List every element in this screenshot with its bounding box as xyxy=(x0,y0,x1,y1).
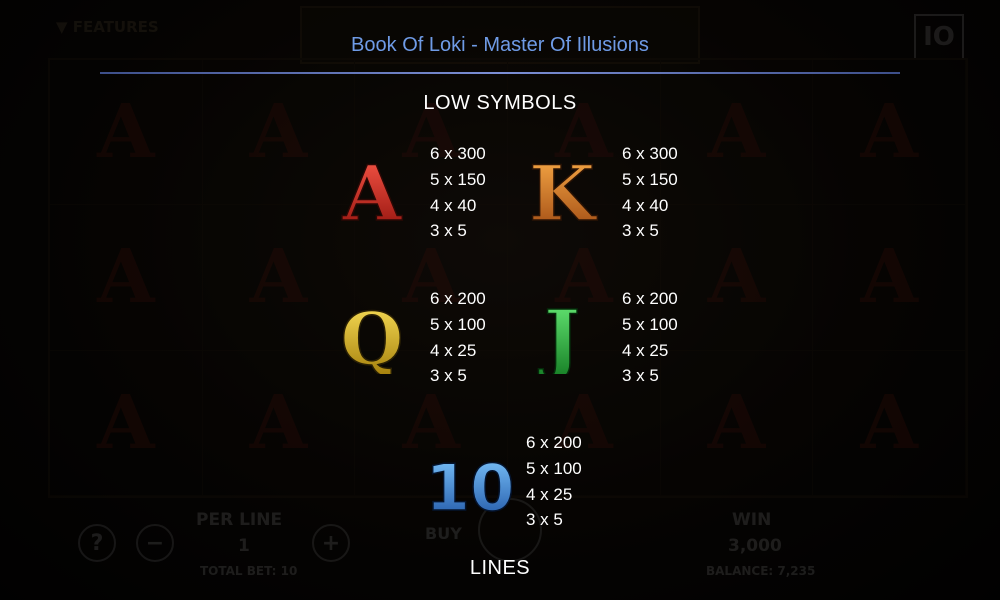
symbol-10-payouts: 6 x 200 5 x 100 4 x 25 3 x 5 xyxy=(526,430,582,533)
buy-button[interactable]: BUY xyxy=(425,524,462,543)
symbol-j-icon: J xyxy=(522,294,602,374)
title-divider xyxy=(100,72,900,74)
payout-row: 4 x 25 xyxy=(430,340,477,360)
win-label: WIN xyxy=(732,510,772,530)
payout-row: 3 x 5 xyxy=(430,366,467,386)
symbol-10-icon: 10 xyxy=(428,442,512,522)
payout-row: 3 x 5 xyxy=(622,366,659,386)
symbol-j-payouts: 6 x 200 5 x 100 4 x 25 3 x 5 xyxy=(622,286,678,389)
payout-row: 5 x 150 xyxy=(622,169,678,189)
payout-row: 3 x 5 xyxy=(430,221,467,241)
payout-row: 3 x 5 xyxy=(622,221,659,241)
per-line-value: 1 xyxy=(238,536,250,556)
symbol-q-payouts: 6 x 200 5 x 100 4 x 25 3 x 5 xyxy=(430,286,486,389)
payout-row: 6 x 200 xyxy=(430,289,486,308)
lines-heading: LINES xyxy=(469,557,531,579)
payout-row: 5 x 100 xyxy=(622,314,678,334)
reel-grid: AAA AAA AAA AAA AAA AAA xyxy=(48,58,968,498)
payout-row: 4 x 40 xyxy=(430,195,477,215)
payout-row: 4 x 40 xyxy=(622,195,669,215)
svg-text:Q: Q xyxy=(341,296,404,374)
symbol-k-icon: K xyxy=(522,150,602,230)
paytable-title: Book Of Loki - Master Of Illusions xyxy=(351,34,649,56)
svg-text:10: 10 xyxy=(428,452,512,522)
payout-row: 5 x 150 xyxy=(430,169,486,189)
svg-text:K: K xyxy=(529,150,598,230)
payout-row: 6 x 300 xyxy=(622,144,678,163)
payout-row: 6 x 300 xyxy=(430,144,486,163)
svg-text:A: A xyxy=(342,150,403,230)
low-symbols-heading: LOW SYMBOLS xyxy=(423,92,577,114)
payout-row: 5 x 100 xyxy=(526,458,582,478)
svg-text:J: J xyxy=(538,294,580,374)
symbol-a-icon: A xyxy=(332,150,412,230)
payout-row: 3 x 5 xyxy=(526,510,563,530)
payout-row: 6 x 200 xyxy=(622,289,678,308)
payout-row: 4 x 25 xyxy=(526,484,573,504)
symbol-a-payouts: 6 x 300 5 x 150 4 x 40 3 x 5 xyxy=(430,141,486,244)
symbol-k-payouts: 6 x 300 5 x 150 4 x 40 3 x 5 xyxy=(622,141,678,244)
per-line-label: PER LINE xyxy=(196,510,283,530)
payout-row: 4 x 25 xyxy=(622,340,669,360)
paytable-screen: ▼ FEATURES IO AAA AAA AAA AAA AAA AAA ? … xyxy=(0,0,1000,600)
payout-row: 5 x 100 xyxy=(430,314,486,334)
win-value: 3,000 xyxy=(728,536,782,556)
symbol-q-icon: Q xyxy=(332,294,412,374)
payout-row: 6 x 200 xyxy=(526,433,582,452)
